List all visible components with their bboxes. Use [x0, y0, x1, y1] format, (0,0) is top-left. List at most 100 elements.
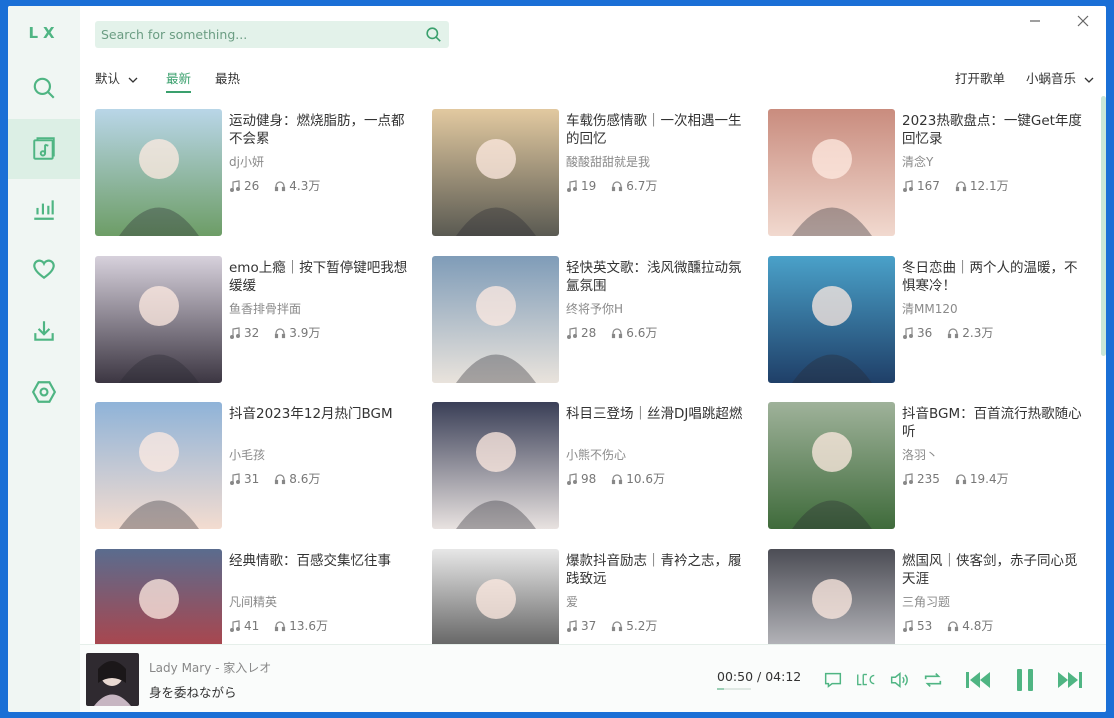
- play-count: 3.9万: [274, 324, 320, 341]
- song-count: 28: [566, 326, 596, 340]
- sort-dropdown[interactable]: 默认: [95, 68, 138, 87]
- playlist-card[interactable]: 车载伤感情歌｜一次相遇一生的回忆 酸酸甜甜就是我 19 6.7万: [432, 109, 752, 237]
- app-logo: LX: [28, 24, 60, 42]
- search-bar[interactable]: [95, 21, 449, 48]
- player-bar: Lady Mary - 家入レオ 身を委ねながら 00:50 / 04:12: [80, 644, 1106, 712]
- play-count-value: 19.4万: [969, 472, 1009, 486]
- playlist-cover[interactable]: [432, 256, 559, 383]
- playlist-card[interactable]: 运动健身：燃烧脂肪，一点都不会累 dj小妍 26 4.3万: [95, 109, 415, 237]
- playlist-cover[interactable]: [432, 109, 559, 236]
- play-count-value: 5.2万: [626, 619, 658, 633]
- playlist-title[interactable]: 车载伤感情歌｜一次相遇一生的回忆: [566, 112, 746, 148]
- song-count-value: 98: [581, 471, 597, 486]
- playlist-title[interactable]: 科目三登场｜丝滑DJ唱跳超燃: [566, 405, 746, 423]
- playlist-cover[interactable]: [432, 549, 559, 649]
- sidebar-item-favorites[interactable]: [8, 239, 80, 299]
- repeat-icon[interactable]: [922, 669, 944, 691]
- playlist-stats: 235 19.4万: [902, 470, 1024, 487]
- pause-icon[interactable]: [1010, 665, 1040, 695]
- music-note-icon: [567, 472, 577, 485]
- playlist-title[interactable]: 轻快英文歌：浅风微醺拉动氛氲氛围: [566, 259, 746, 295]
- playlist-card[interactable]: 抖音BGM：百首流行热歌随心听洛羽丶 235 19.4万: [768, 402, 1088, 530]
- tab-hottest[interactable]: 最热: [215, 68, 240, 87]
- app-window: LX 默认 最新 最热 打开歌单: [8, 6, 1106, 712]
- playlist-title[interactable]: 运动健身：燃烧脂肪，一点都不会累: [229, 112, 409, 148]
- playlist-cover[interactable]: [95, 256, 222, 383]
- playlist-title[interactable]: 抖音BGM：百首流行热歌随心听: [902, 405, 1082, 441]
- playlist-card[interactable]: 科目三登场｜丝滑DJ唱跳超燃 小熊不伤心 98 10.6万: [432, 402, 752, 530]
- playlist-stats: 31 8.6万: [229, 470, 335, 487]
- playlist-cover[interactable]: [768, 109, 895, 236]
- playlist-author: 小毛孩: [229, 448, 266, 462]
- song-count: 98: [566, 472, 596, 486]
- playlist-title[interactable]: 抖音2023年12月热门BGM: [229, 405, 409, 423]
- play-count: 4.3万: [274, 177, 320, 194]
- current-time: 00:50: [717, 669, 754, 684]
- song-count-value: 37: [581, 618, 597, 633]
- song-count-value: 26: [244, 178, 260, 193]
- playlist-title[interactable]: 冬日恋曲｜两个人的温暖，不惧寒冷！: [902, 259, 1082, 295]
- song-count-value: 235: [917, 471, 940, 486]
- next-track-icon[interactable]: [1055, 665, 1085, 695]
- playlist-author: 鱼香排骨拌面: [229, 302, 302, 316]
- playlist-stats: 28 6.6万: [566, 324, 672, 341]
- song-count: 53: [902, 619, 932, 633]
- playlist-author: 洛羽丶: [902, 448, 939, 462]
- now-playing-cover[interactable]: [86, 653, 139, 706]
- music-note-icon: [33, 137, 55, 160]
- playlist-title[interactable]: 2023热歌盘点：一键Get年度回忆录: [902, 112, 1082, 148]
- source-dropdown[interactable]: 小蜗音乐: [1026, 68, 1094, 87]
- sidebar-item-settings[interactable]: [8, 362, 80, 422]
- previous-track-icon[interactable]: [963, 665, 993, 695]
- playlist-title[interactable]: 爆款抖音励志｜青衿之志，履践致远: [566, 552, 746, 588]
- tab-newest[interactable]: 最新: [166, 68, 192, 93]
- play-count-value: 4.3万: [289, 179, 321, 193]
- settings-icon: [31, 381, 57, 403]
- sidebar-item-leaderboard[interactable]: [8, 179, 80, 239]
- playlist-cover[interactable]: [95, 109, 222, 236]
- open-playlist-button[interactable]: 打开歌单: [955, 68, 1005, 87]
- playlist-card[interactable]: emo上瘾｜按下暂停键吧我想缓缓鱼香排骨拌面 32 3.9万: [95, 256, 415, 384]
- music-note-icon: [230, 326, 240, 339]
- playlist-title[interactable]: 经典情歌：百感交集忆往事: [229, 552, 409, 570]
- scrollbar[interactable]: [1101, 96, 1106, 356]
- playlist-cover[interactable]: [768, 402, 895, 529]
- playlist-card[interactable]: 轻快英文歌：浅风微醺拉动氛氲氛围 终将予你H 28 6.6万: [432, 256, 752, 384]
- playlist-cover[interactable]: [95, 402, 222, 529]
- play-count: 8.6万: [274, 470, 320, 487]
- comment-icon[interactable]: [822, 669, 844, 691]
- headphones-icon: [275, 620, 286, 631]
- song-count: 37: [566, 619, 596, 633]
- search-submit-icon[interactable]: [424, 25, 443, 44]
- playlist-card[interactable]: 爆款抖音励志｜青衿之志，履践致远爱 37 5.2万: [432, 549, 752, 649]
- playlist-card[interactable]: 2023热歌盘点：一键Get年度回忆录 清念Y 167 12.1万: [768, 109, 1088, 237]
- search-input[interactable]: [95, 26, 423, 43]
- close-icon[interactable]: [1076, 14, 1090, 28]
- sidebar-item-songlist[interactable]: [8, 119, 80, 179]
- progress-bar[interactable]: [717, 688, 751, 690]
- play-count: 6.7万: [611, 177, 657, 194]
- sidebar-item-downloads[interactable]: [8, 301, 80, 361]
- playlist-card[interactable]: 燃国风｜侠客剑，赤子同心觅天涯 三角习题 53 4.8万: [768, 549, 1088, 649]
- song-count: 32: [229, 326, 259, 340]
- sidebar-item-search[interactable]: [8, 58, 80, 118]
- playlist-card[interactable]: 抖音2023年12月热门BGM 小毛孩 31 8.6万: [95, 402, 415, 530]
- lyrics-icon[interactable]: [855, 669, 877, 691]
- playlist-title[interactable]: 燃国风｜侠客剑，赤子同心觅天涯: [902, 552, 1082, 588]
- chevron-down-icon: [128, 77, 138, 83]
- headphones-icon: [612, 620, 623, 631]
- music-note-icon: [567, 179, 577, 192]
- playlist-card[interactable]: 冬日恋曲｜两个人的温暖，不惧寒冷！ 清MM120 36 2.3万: [768, 256, 1088, 384]
- playlist-cover[interactable]: [768, 256, 895, 383]
- song-count-value: 167: [917, 178, 940, 193]
- playlist-stats: 41 13.6万: [229, 617, 343, 634]
- minimize-icon[interactable]: [1028, 14, 1042, 28]
- play-count: 12.1万: [955, 177, 1009, 194]
- playlist-title[interactable]: emo上瘾｜按下暂停键吧我想缓缓: [229, 259, 409, 295]
- playlist-cover[interactable]: [95, 549, 222, 649]
- volume-icon[interactable]: [888, 669, 910, 691]
- play-count: 2.3万: [947, 324, 993, 341]
- playlist-cover[interactable]: [768, 549, 895, 649]
- playlist-cover[interactable]: [432, 402, 559, 529]
- playlist-card[interactable]: 经典情歌：百感交集忆往事 凡间精英 41 13.6万: [95, 549, 415, 649]
